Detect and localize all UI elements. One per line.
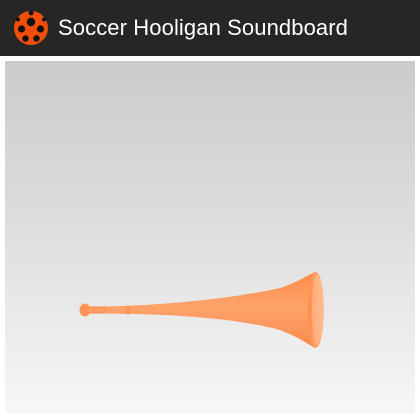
vuvuzela-icon[interactable] — [70, 268, 330, 350]
app-root: Soccer Hooligan Soundboard — [0, 0, 420, 420]
app-title: Soccer Hooligan Soundboard — [58, 15, 349, 40]
action-bar: Soccer Hooligan Soundboard — [0, 0, 420, 56]
soundboard-panel — [5, 61, 415, 414]
soccer-ball-icon — [14, 10, 48, 45]
